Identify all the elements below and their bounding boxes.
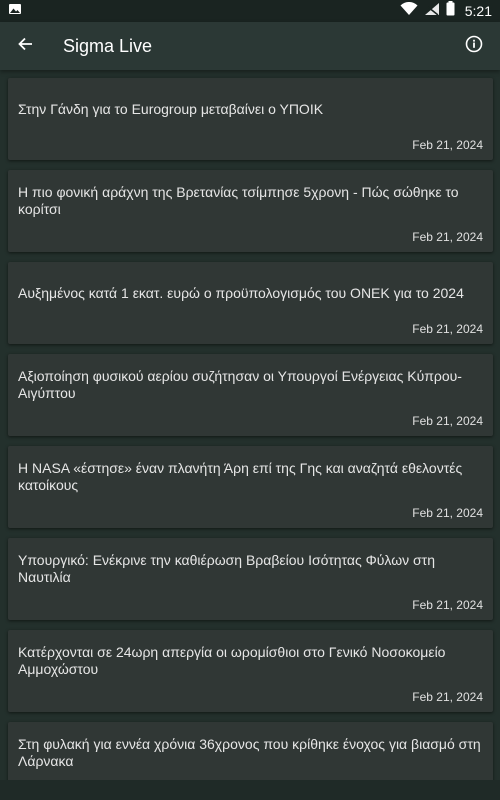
article-card[interactable]: Στην Γάνδη για το Eurogroup μεταβαίνει ο…: [8, 78, 493, 160]
article-list[interactable]: Στην Γάνδη για το Eurogroup μεταβαίνει ο…: [0, 70, 500, 780]
article-title: Η πιο φονική αράχνη της Βρετανίας τσίμπη…: [18, 184, 459, 217]
status-left: [8, 2, 22, 21]
article-card[interactable]: Η πιο φονική αράχνη της Βρετανίας τσίμπη…: [8, 170, 493, 252]
signal-icon: [424, 2, 440, 21]
article-date: Feb 21, 2024: [412, 138, 483, 152]
app-title: Sigma Live: [63, 35, 153, 56]
article-date: Feb 21, 2024: [412, 322, 483, 336]
article-title: Στη φυλακή για εννέα χρόνια 36χρονος που…: [18, 736, 481, 769]
article-date: Feb 21, 2024: [412, 506, 483, 520]
app-bar: Sigma Live: [0, 22, 500, 70]
status-right: 5:21: [400, 1, 492, 21]
article-card[interactable]: Αξιοποίηση φυσικού αερίου συζήτησαν οι Υ…: [8, 354, 493, 436]
info-button[interactable]: [450, 22, 498, 70]
article-card[interactable]: Στη φυλακή για εννέα χρόνια 36χρονος που…: [8, 722, 493, 780]
article-card[interactable]: Υπουργικό: Ενέκρινε την καθιέρωση Βραβεί…: [8, 538, 493, 620]
article-title: Στην Γάνδη για το Eurogroup μεταβαίνει ο…: [18, 100, 324, 117]
article-title: Αξιοποίηση φυσικού αερίου συζήτησαν οι Υ…: [18, 368, 462, 401]
image-icon: [8, 2, 22, 21]
article-date: Feb 21, 2024: [412, 598, 483, 612]
article-title: Αυξημένος κατά 1 εκατ. ευρώ ο προϋπολογι…: [18, 284, 464, 301]
wifi-icon: [400, 1, 418, 21]
status-time: 5:21: [464, 3, 492, 19]
article-date: Feb 21, 2024: [412, 414, 483, 428]
info-icon: [465, 35, 483, 58]
article-date: Feb 21, 2024: [412, 230, 483, 244]
article-date: Feb 21, 2024: [412, 690, 483, 704]
battery-icon: [446, 1, 455, 21]
article-card[interactable]: Αυξημένος κατά 1 εκατ. ευρώ ο προϋπολογι…: [8, 262, 493, 344]
article-card[interactable]: Η NASA «έστησε» έναν πλανήτη Άρη επί της…: [8, 446, 493, 528]
article-title: Υπουργικό: Ενέκρινε την καθιέρωση Βραβεί…: [18, 552, 435, 585]
article-card[interactable]: Κατέρχονται σε 24ωρη απεργία οι ωρομίσθι…: [8, 630, 493, 712]
article-title: Κατέρχονται σε 24ωρη απεργία οι ωρομίσθι…: [18, 644, 446, 677]
back-arrow-icon: [17, 36, 33, 57]
article-title: Η NASA «έστησε» έναν πλανήτη Άρη επί της…: [18, 460, 463, 493]
back-button[interactable]: [1, 22, 49, 70]
navigation-bar: [0, 780, 500, 800]
status-bar: 5:21: [0, 0, 500, 22]
